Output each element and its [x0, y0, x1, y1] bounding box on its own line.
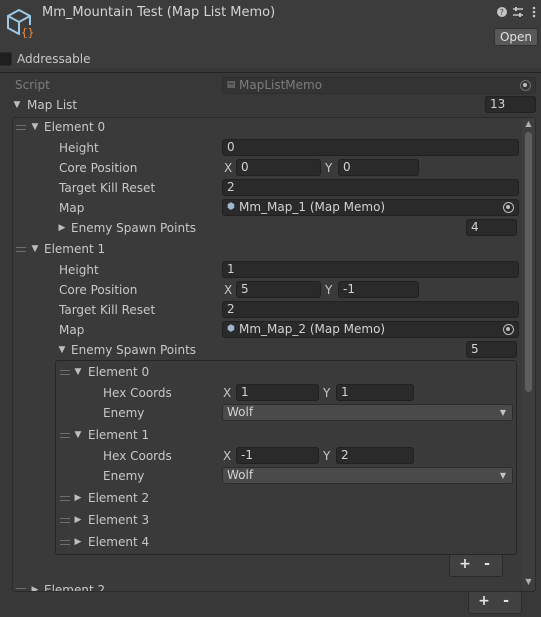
enemy-label: Enemy — [103, 469, 145, 483]
open-button[interactable]: Open — [494, 28, 538, 46]
height-field[interactable]: 0 — [222, 139, 519, 156]
enemy-spawn-points-label[interactable]: Enemy Spawn Points — [71, 343, 196, 357]
map-list-foldout-arrow[interactable]: ▼ — [12, 98, 22, 112]
element-2-label[interactable]: Element 2 — [44, 583, 105, 591]
map-memo-asset-icon: ⬢ — [227, 202, 235, 212]
drag-handle[interactable] — [60, 433, 70, 438]
dropdown-arrow-icon: ▼ — [499, 408, 506, 417]
remove-spawn-point-button[interactable]: - — [480, 555, 494, 573]
scrollbar-thumb[interactable] — [525, 132, 532, 392]
script-file-icon: ▤ — [226, 80, 236, 90]
map-object-field[interactable]: ⬢ Mm_Map_2 (Map Memo) — [222, 321, 519, 338]
help-icon[interactable]: ? — [496, 5, 508, 19]
height-label: Height — [59, 263, 99, 277]
spawn-element-1-label[interactable]: Element 1 — [88, 428, 149, 442]
add-map-button[interactable]: + — [477, 592, 491, 610]
target-kill-reset-label: Target Kill Reset — [59, 303, 156, 317]
script-label: Script — [15, 78, 50, 92]
core-x-label: X — [224, 283, 233, 297]
inspector-title: Mm_Mountain Test (Map List Memo) — [42, 5, 276, 20]
core-y-label: Y — [325, 161, 333, 175]
element-2-foldout-arrow[interactable]: ▶ — [30, 583, 40, 591]
script-field: ▤ MapListMemo — [222, 77, 536, 94]
enemy-spawn-points-size-field[interactable]: 5 — [466, 341, 517, 358]
core-x-field[interactable]: 5 — [236, 281, 321, 298]
spawn-element-2-label[interactable]: Element 2 — [88, 491, 149, 505]
hex-coords-label: Hex Coords — [103, 386, 172, 400]
settings-sliders-icon[interactable] — [512, 5, 524, 19]
header-divider — [0, 72, 541, 73]
height-field[interactable]: 1 — [222, 261, 519, 278]
core-x-field[interactable]: 0 — [236, 159, 321, 176]
scroll-down-icon[interactable]: ▼ — [522, 577, 535, 587]
element-1-foldout-arrow[interactable]: ▼ — [30, 242, 40, 256]
enemy-dropdown[interactable]: Wolf ▼ — [222, 467, 513, 484]
spawn-element-3-foldout-arrow[interactable]: ▶ — [73, 513, 83, 527]
hex-y-label: Y — [323, 386, 331, 400]
spawn-element-4-foldout-arrow[interactable]: ▶ — [73, 535, 83, 549]
enemy-spawn-points-label[interactable]: Enemy Spawn Points — [71, 221, 196, 235]
scroll-up-icon[interactable]: ▲ — [522, 119, 535, 129]
drag-handle[interactable] — [16, 588, 26, 591]
kebab-menu-icon[interactable] — [528, 5, 540, 19]
core-position-label: Core Position — [59, 161, 138, 175]
remove-map-button[interactable]: - — [499, 592, 513, 610]
map-list-label[interactable]: Map List — [27, 98, 77, 112]
enemy-spawn-points-foldout-arrow[interactable]: ▼ — [57, 343, 67, 357]
drag-handle[interactable] — [60, 370, 70, 375]
spawn-element-2-foldout-arrow[interactable]: ▶ — [73, 491, 83, 505]
enemy-label: Enemy — [103, 406, 145, 420]
spawn-element-3-label[interactable]: Element 3 — [88, 513, 149, 527]
spawn-element-1-foldout-arrow[interactable]: ▼ — [73, 428, 83, 442]
enemy-spawn-points-foldout-arrow[interactable]: ▶ — [57, 221, 67, 235]
dropdown-arrow-icon: ▼ — [499, 471, 506, 480]
svg-text:?: ? — [500, 8, 504, 17]
core-y-field[interactable]: 0 — [338, 159, 419, 176]
core-y-field[interactable]: -1 — [338, 281, 419, 298]
drag-handle[interactable] — [16, 247, 26, 252]
core-y-label: Y — [325, 283, 333, 297]
core-x-label: X — [224, 161, 233, 175]
height-label: Height — [59, 141, 99, 155]
addressable-label: Addressable — [17, 52, 91, 66]
spawn-element-0-label[interactable]: Element 0 — [88, 365, 149, 379]
target-kill-reset-field[interactable]: 2 — [222, 301, 519, 318]
target-kill-reset-field[interactable]: 2 — [222, 179, 519, 196]
element-0-foldout-arrow[interactable]: ▼ — [30, 120, 40, 134]
hex-x-label: X — [223, 386, 232, 400]
svg-text:{}: {} — [21, 26, 34, 38]
object-picker-icon[interactable] — [503, 324, 514, 335]
hex-x-field[interactable]: 1 — [236, 384, 319, 401]
hex-y-field[interactable]: 2 — [336, 447, 414, 464]
hex-y-field[interactable]: 1 — [336, 384, 414, 401]
map-label: Map — [59, 323, 85, 337]
hex-coords-label: Hex Coords — [103, 449, 172, 463]
map-object-field[interactable]: ⬢ Mm_Map_1 (Map Memo) — [222, 199, 519, 216]
object-picker-icon[interactable] — [503, 202, 514, 213]
map-list-size-field[interactable]: 13 — [485, 96, 536, 113]
add-spawn-point-button[interactable]: + — [458, 555, 472, 573]
prefab-cube-icon: {} — [5, 8, 35, 39]
spawn-element-4-label[interactable]: Element 4 — [88, 535, 149, 549]
hex-x-field[interactable]: -1 — [236, 447, 319, 464]
drag-handle[interactable] — [60, 518, 70, 523]
map-label: Map — [59, 201, 85, 215]
map-list-footer: + - — [468, 592, 522, 614]
drag-handle[interactable] — [60, 540, 70, 545]
enemy-dropdown[interactable]: Wolf ▼ — [222, 404, 513, 421]
element-1-label[interactable]: Element 1 — [44, 242, 105, 256]
addressable-checkbox[interactable] — [0, 52, 12, 66]
hex-y-label: Y — [323, 449, 331, 463]
drag-handle[interactable] — [60, 496, 70, 501]
element-0-label[interactable]: Element 0 — [44, 120, 105, 134]
enemy-spawn-points-size-field[interactable]: 4 — [466, 219, 517, 236]
script-picker-icon — [520, 80, 531, 91]
core-position-label: Core Position — [59, 283, 138, 297]
map-memo-asset-icon: ⬢ — [227, 324, 235, 334]
hex-x-label: X — [223, 449, 232, 463]
spawn-list-footer: + - — [449, 555, 503, 577]
drag-handle[interactable] — [16, 125, 26, 130]
target-kill-reset-label: Target Kill Reset — [59, 181, 156, 195]
spawn-element-0-foldout-arrow[interactable]: ▼ — [73, 365, 83, 379]
